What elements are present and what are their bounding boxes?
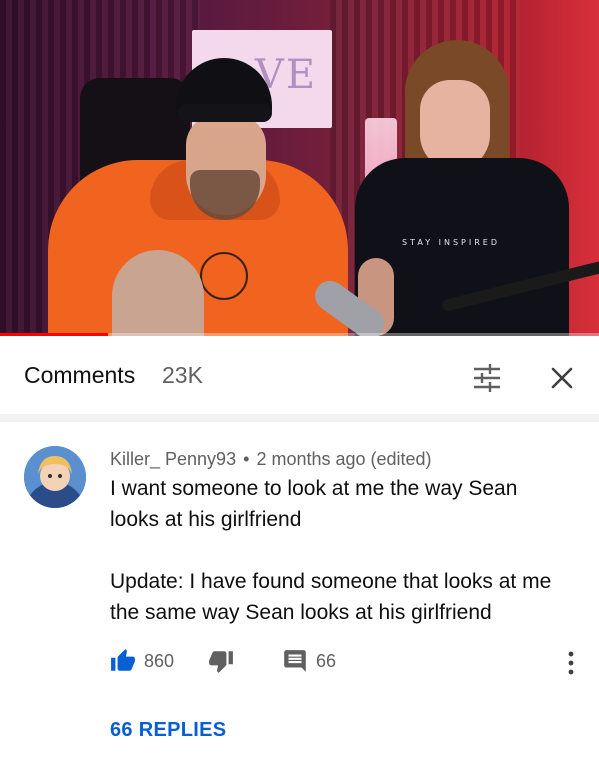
like-button[interactable] [110, 648, 136, 674]
reply-button[interactable] [282, 648, 308, 674]
comment-actions: 860 66 [110, 648, 590, 678]
like-count: 860 [144, 651, 175, 671]
meta-separator: • [243, 449, 250, 469]
comment-text-line: looks at his girlfriend [110, 508, 302, 531]
avatar-image [24, 446, 86, 508]
close-button[interactable] [545, 361, 579, 395]
woman-face [420, 80, 490, 170]
cap-brim [178, 104, 272, 122]
knee [112, 250, 204, 336]
shirt-text: STAY INSPIRED [402, 238, 501, 247]
comments-count: 23K [162, 362, 203, 388]
comment-meta: Killer_ Penny93 • 2 months ago (edited) [110, 449, 432, 470]
dislike-button[interactable] [208, 648, 234, 674]
sort-button[interactable] [470, 361, 504, 395]
comment-text-line: the same way Sean looks at his girlfrien… [110, 601, 492, 624]
reply-count: 66 [316, 651, 337, 671]
video-player[interactable]: VE STAY INSPIRED [0, 0, 599, 336]
avatar[interactable] [24, 446, 86, 508]
sort-filter-icon [474, 364, 500, 392]
comment-text-line: Update: I have found someone that looks … [110, 570, 552, 593]
close-icon [551, 367, 573, 389]
thumbs-down-icon [209, 651, 233, 673]
comment-text-line: I want someone to look at me the way Sea… [110, 477, 518, 500]
comment-author[interactable]: Killer_ Penny93 [110, 449, 236, 469]
comments-title: Comments [24, 362, 136, 388]
more-options-button[interactable] [560, 649, 582, 677]
thumbs-up-icon [111, 649, 135, 671]
header-divider [0, 414, 599, 422]
comment-icon [284, 650, 306, 672]
more-vert-icon [568, 651, 574, 675]
hoodie-ring [200, 252, 248, 300]
comment-time: 2 months ago (edited) [256, 449, 432, 469]
view-replies-link[interactable]: 66 REPLIES [110, 719, 226, 742]
